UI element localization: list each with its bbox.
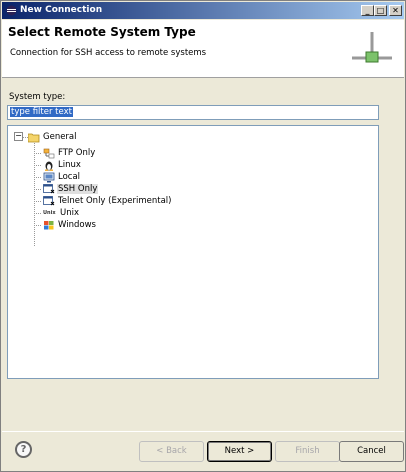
- tree-item-ftp-only[interactable]: FTP Only: [43, 147, 96, 159]
- window-title: New Connection: [20, 5, 103, 15]
- tree-item-local[interactable]: Local: [43, 171, 81, 183]
- connection-wizard-icon: [352, 32, 392, 63]
- help-button[interactable]: ?: [15, 441, 32, 458]
- folder-icon: [28, 133, 40, 142]
- tree-item-telnet-only[interactable]: Telnet Only (Experimental): [43, 195, 172, 207]
- back-button[interactable]: < Back: [139, 441, 204, 462]
- next-button[interactable]: Next >: [207, 441, 272, 462]
- unix-icon: Unix: [43, 209, 56, 216]
- tree-item-label: Unix: [60, 208, 80, 218]
- ssh-icon: [43, 183, 55, 193]
- tree-item-label: Telnet Only (Experimental): [58, 196, 172, 206]
- close-button[interactable]: ✕: [389, 5, 402, 16]
- finish-button[interactable]: Finish: [275, 441, 340, 462]
- title-bar[interactable]: New Connection _ □ ✕: [2, 2, 404, 19]
- tree-item-windows[interactable]: Windows: [43, 219, 97, 231]
- footer-divider: [2, 431, 404, 432]
- tree-item-general[interactable]: General: [28, 131, 78, 143]
- linux-icon: [45, 161, 53, 171]
- page-title: Select Remote System Type: [8, 25, 196, 39]
- collapse-toggle-icon[interactable]: −: [14, 132, 23, 141]
- tree-item-linux[interactable]: Linux: [43, 159, 82, 171]
- windows-icon: [44, 220, 54, 229]
- tree-item-unix[interactable]: Unix Unix: [43, 207, 80, 219]
- maximize-button[interactable]: □: [374, 5, 387, 16]
- page-description: Connection for SSH access to remote syst…: [10, 48, 207, 58]
- ftp-icon: [43, 148, 55, 158]
- filter-input[interactable]: type filter text: [7, 105, 379, 120]
- tree-item-label: Windows: [58, 220, 96, 230]
- tree-item-label: SSH Only: [57, 184, 99, 194]
- tree-item-label: FTP Only: [58, 148, 96, 158]
- wizard-header: Select Remote System Type Connection for…: [2, 20, 404, 78]
- tree-item-ssh-only[interactable]: SSH Only: [43, 183, 99, 195]
- cancel-button[interactable]: Cancel: [339, 441, 404, 462]
- filter-text: type filter text: [10, 107, 73, 117]
- eclipse-app-icon: [6, 5, 17, 16]
- tree-item-label: Local: [58, 172, 81, 182]
- new-connection-window: New Connection _ □ ✕ Select Remote Syste…: [0, 0, 406, 472]
- system-type-tree[interactable]: − General FTP Only Linux Local SSH Only …: [7, 125, 379, 379]
- minimize-button[interactable]: _: [361, 5, 374, 16]
- telnet-icon: [43, 195, 55, 205]
- system-type-label: System type:: [9, 92, 66, 102]
- tree-item-label: Linux: [58, 160, 81, 170]
- tree-item-label: General: [43, 132, 77, 142]
- local-icon: [43, 172, 55, 182]
